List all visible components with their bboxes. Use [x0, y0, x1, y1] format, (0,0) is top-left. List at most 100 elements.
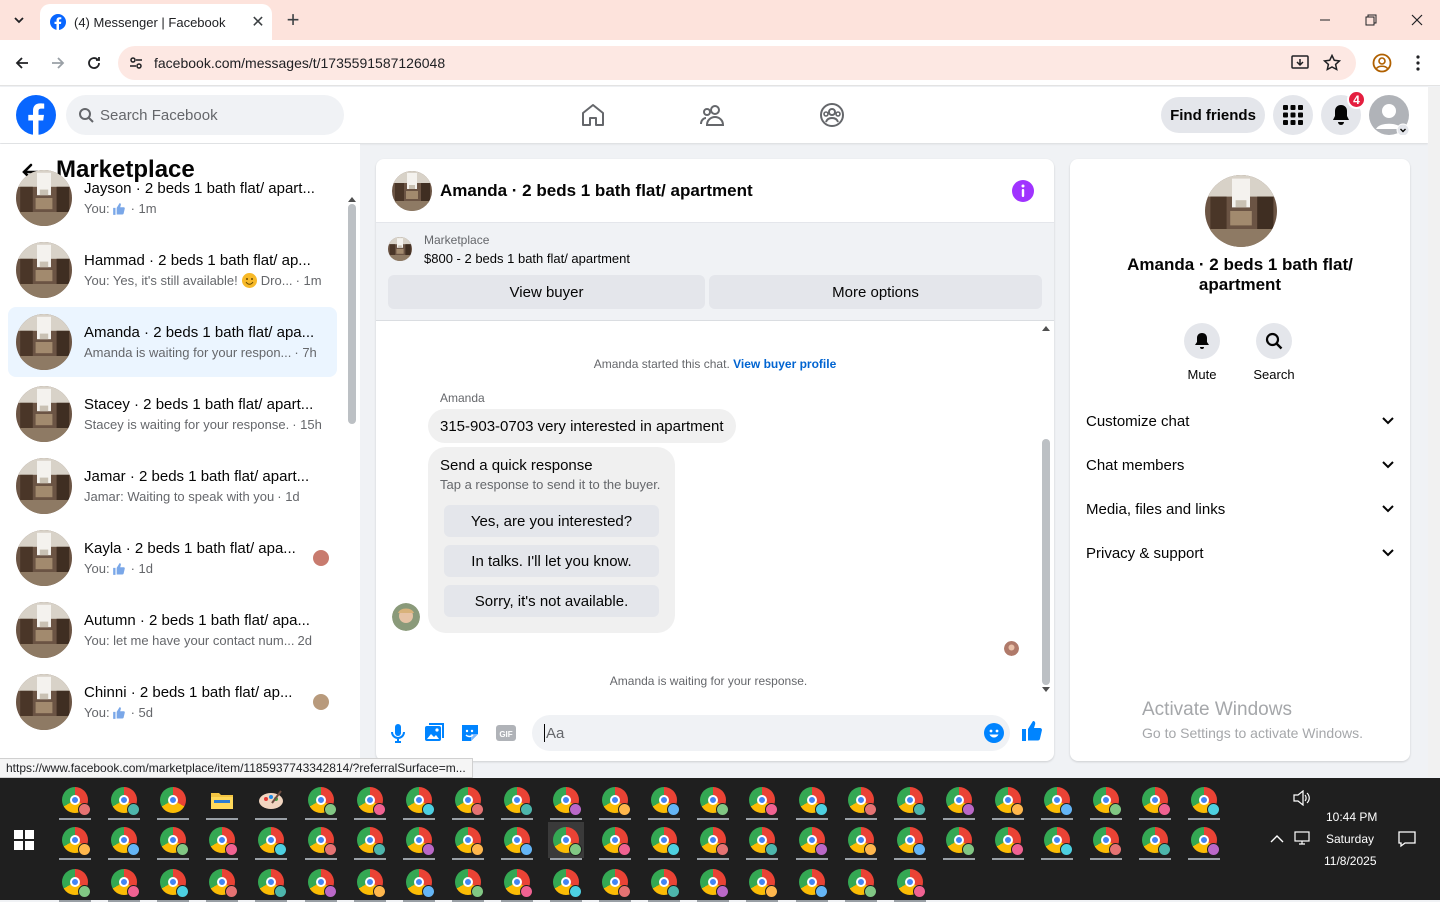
clock-day[interactable]: Saturday [1326, 832, 1374, 846]
media-files-links-section[interactable]: Media, files and links [1086, 489, 1394, 529]
chrome-taskbar-button[interactable] [155, 782, 191, 820]
tab-search-button[interactable] [6, 8, 32, 32]
chrome-taskbar-button[interactable] [597, 822, 633, 860]
thread-item[interactable]: Jayson · 2 beds 1 bath flat/ apart... You… [8, 163, 337, 233]
sticker-icon[interactable] [458, 721, 482, 745]
browser-tab[interactable]: (4) Messenger | Facebook ✕ [40, 4, 272, 40]
chrome-taskbar-button[interactable] [57, 822, 93, 860]
chrome-taskbar-button[interactable] [401, 864, 437, 902]
chrome-taskbar-button[interactable] [892, 782, 928, 820]
menu-button[interactable] [1273, 95, 1313, 135]
thread-item[interactable]: Autumn · 2 beds 1 bath flat/ apa... You: … [8, 595, 337, 665]
more-options-button[interactable]: More options [709, 275, 1042, 309]
browser-menu-button[interactable] [1405, 50, 1431, 76]
chrome-taskbar-button[interactable] [1088, 782, 1124, 820]
chrome-taskbar-button[interactable] [106, 782, 142, 820]
chrome-taskbar-button[interactable] [548, 822, 584, 860]
conversation-title[interactable]: Amanda · 2 beds 1 bath flat/ apartment [440, 181, 1012, 201]
thread-item[interactable]: Chinni · 2 beds 1 bath flat/ ap... You: · … [8, 667, 337, 737]
customize-chat-section[interactable]: Customize chat [1086, 401, 1394, 441]
chrome-taskbar-button[interactable] [352, 822, 388, 860]
reload-button[interactable] [81, 50, 107, 76]
chrome-taskbar-button[interactable] [155, 822, 191, 860]
info-icon[interactable] [1012, 179, 1034, 202]
chrome-taskbar-button[interactable] [57, 782, 93, 820]
new-tab-button[interactable]: + [282, 7, 304, 32]
chrome-taskbar-button[interactable] [744, 864, 780, 902]
paint-taskbar-button[interactable] [253, 782, 289, 820]
message-bubble[interactable]: 315-903-0703 very interested in apartmen… [428, 409, 736, 443]
thread-item[interactable]: Amanda · 2 beds 1 bath flat/ apa... Amand… [8, 307, 337, 377]
thumbs-up-icon[interactable] [1020, 719, 1044, 743]
chrome-taskbar-button[interactable] [155, 864, 191, 902]
chrome-taskbar-button[interactable] [941, 822, 977, 860]
chrome-taskbar-button[interactable] [1039, 782, 1075, 820]
chrome-taskbar-button[interactable] [499, 822, 535, 860]
mute-action[interactable]: Mute [1172, 323, 1232, 382]
chrome-taskbar-button[interactable] [843, 864, 879, 902]
chrome-taskbar-button[interactable] [1137, 822, 1173, 860]
clock-date[interactable]: 11/8/2025 [1324, 854, 1377, 868]
microphone-icon[interactable] [386, 721, 410, 745]
thread-item[interactable]: Kayla · 2 beds 1 bath flat/ apa... You: · … [8, 523, 337, 593]
thread-item[interactable]: Hammad · 2 beds 1 bath flat/ ap... You: Y… [8, 235, 337, 305]
chrome-taskbar-button[interactable] [646, 782, 682, 820]
quick-response-yes[interactable]: Yes, are you interested? [444, 505, 659, 537]
chrome-taskbar-button[interactable] [646, 864, 682, 902]
install-app-button[interactable] [1287, 50, 1313, 76]
chrome-taskbar-button[interactable] [303, 864, 339, 902]
emoji-icon[interactable] [984, 723, 1004, 743]
chat-members-section[interactable]: Chat members [1086, 445, 1394, 485]
chrome-taskbar-button[interactable] [253, 822, 289, 860]
chrome-taskbar-button[interactable] [352, 782, 388, 820]
chrome-taskbar-button[interactable] [303, 822, 339, 860]
chrome-taskbar-button[interactable] [744, 822, 780, 860]
chrome-taskbar-button[interactable] [450, 864, 486, 902]
message-input[interactable]: Aa [532, 715, 1010, 751]
file-explorer-taskbar-button[interactable] [204, 782, 240, 820]
chrome-taskbar-button[interactable] [548, 864, 584, 902]
chrome-taskbar-button[interactable] [1137, 782, 1173, 820]
chrome-taskbar-button[interactable] [499, 864, 535, 902]
chrome-taskbar-button[interactable] [450, 782, 486, 820]
chrome-taskbar-button[interactable] [794, 864, 830, 902]
chrome-taskbar-button[interactable] [695, 782, 731, 820]
nav-groups[interactable] [815, 99, 849, 131]
conversation-avatar[interactable] [392, 170, 432, 211]
chrome-taskbar-button[interactable] [1088, 822, 1124, 860]
chrome-taskbar-button[interactable] [794, 782, 830, 820]
chrome-taskbar-button[interactable] [1186, 782, 1222, 820]
nav-friends[interactable] [696, 99, 730, 131]
chrome-taskbar-button[interactable] [204, 864, 240, 902]
view-buyer-profile-link[interactable]: View buyer profile [733, 357, 836, 371]
chevron-up-icon[interactable] [1270, 834, 1284, 844]
thread-list-scrollbar[interactable] [348, 196, 356, 426]
windows-start-icon[interactable] [14, 830, 34, 850]
chrome-taskbar-button[interactable] [990, 822, 1026, 860]
photo-icon[interactable] [422, 721, 446, 745]
chrome-taskbar-button[interactable] [744, 782, 780, 820]
chrome-taskbar-button[interactable] [253, 864, 289, 902]
chrome-taskbar-button[interactable] [597, 782, 633, 820]
chrome-taskbar-button[interactable] [794, 822, 830, 860]
site-info-icon[interactable] [128, 55, 144, 71]
chrome-taskbar-button[interactable] [892, 822, 928, 860]
chrome-taskbar-button[interactable] [1039, 822, 1075, 860]
privacy-support-section[interactable]: Privacy & support [1086, 533, 1394, 573]
chrome-taskbar-button[interactable] [204, 822, 240, 860]
search-conversation-button[interactable] [1256, 323, 1292, 359]
chrome-taskbar-button[interactable] [106, 864, 142, 902]
tab-close-button[interactable]: ✕ [244, 8, 272, 36]
chrome-taskbar-button[interactable] [303, 782, 339, 820]
volume-icon[interactable] [1293, 790, 1311, 806]
chrome-taskbar-button[interactable] [695, 864, 731, 902]
find-friends-button[interactable]: Find friends [1161, 97, 1265, 133]
view-buyer-button[interactable]: View buyer [388, 275, 705, 309]
chrome-taskbar-button[interactable] [401, 822, 437, 860]
network-icon[interactable] [1293, 830, 1311, 846]
sender-avatar[interactable] [392, 603, 420, 631]
chrome-taskbar-button[interactable] [450, 822, 486, 860]
chrome-taskbar-button[interactable] [1186, 822, 1222, 860]
chrome-taskbar-button[interactable] [106, 822, 142, 860]
address-bar[interactable]: facebook.com/messages/t/1735591587126048 [118, 46, 1356, 80]
